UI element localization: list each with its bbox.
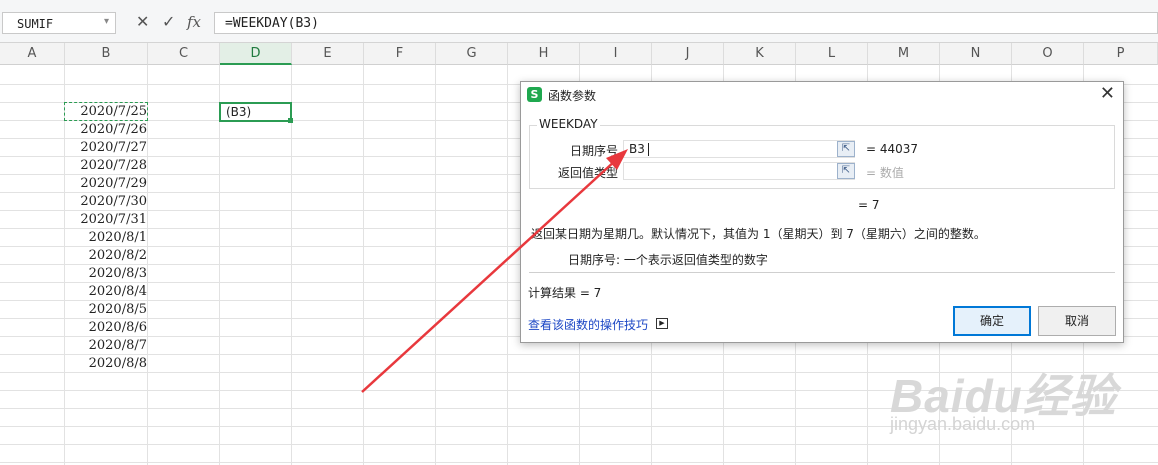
annotation-arrow: [361, 149, 628, 393]
